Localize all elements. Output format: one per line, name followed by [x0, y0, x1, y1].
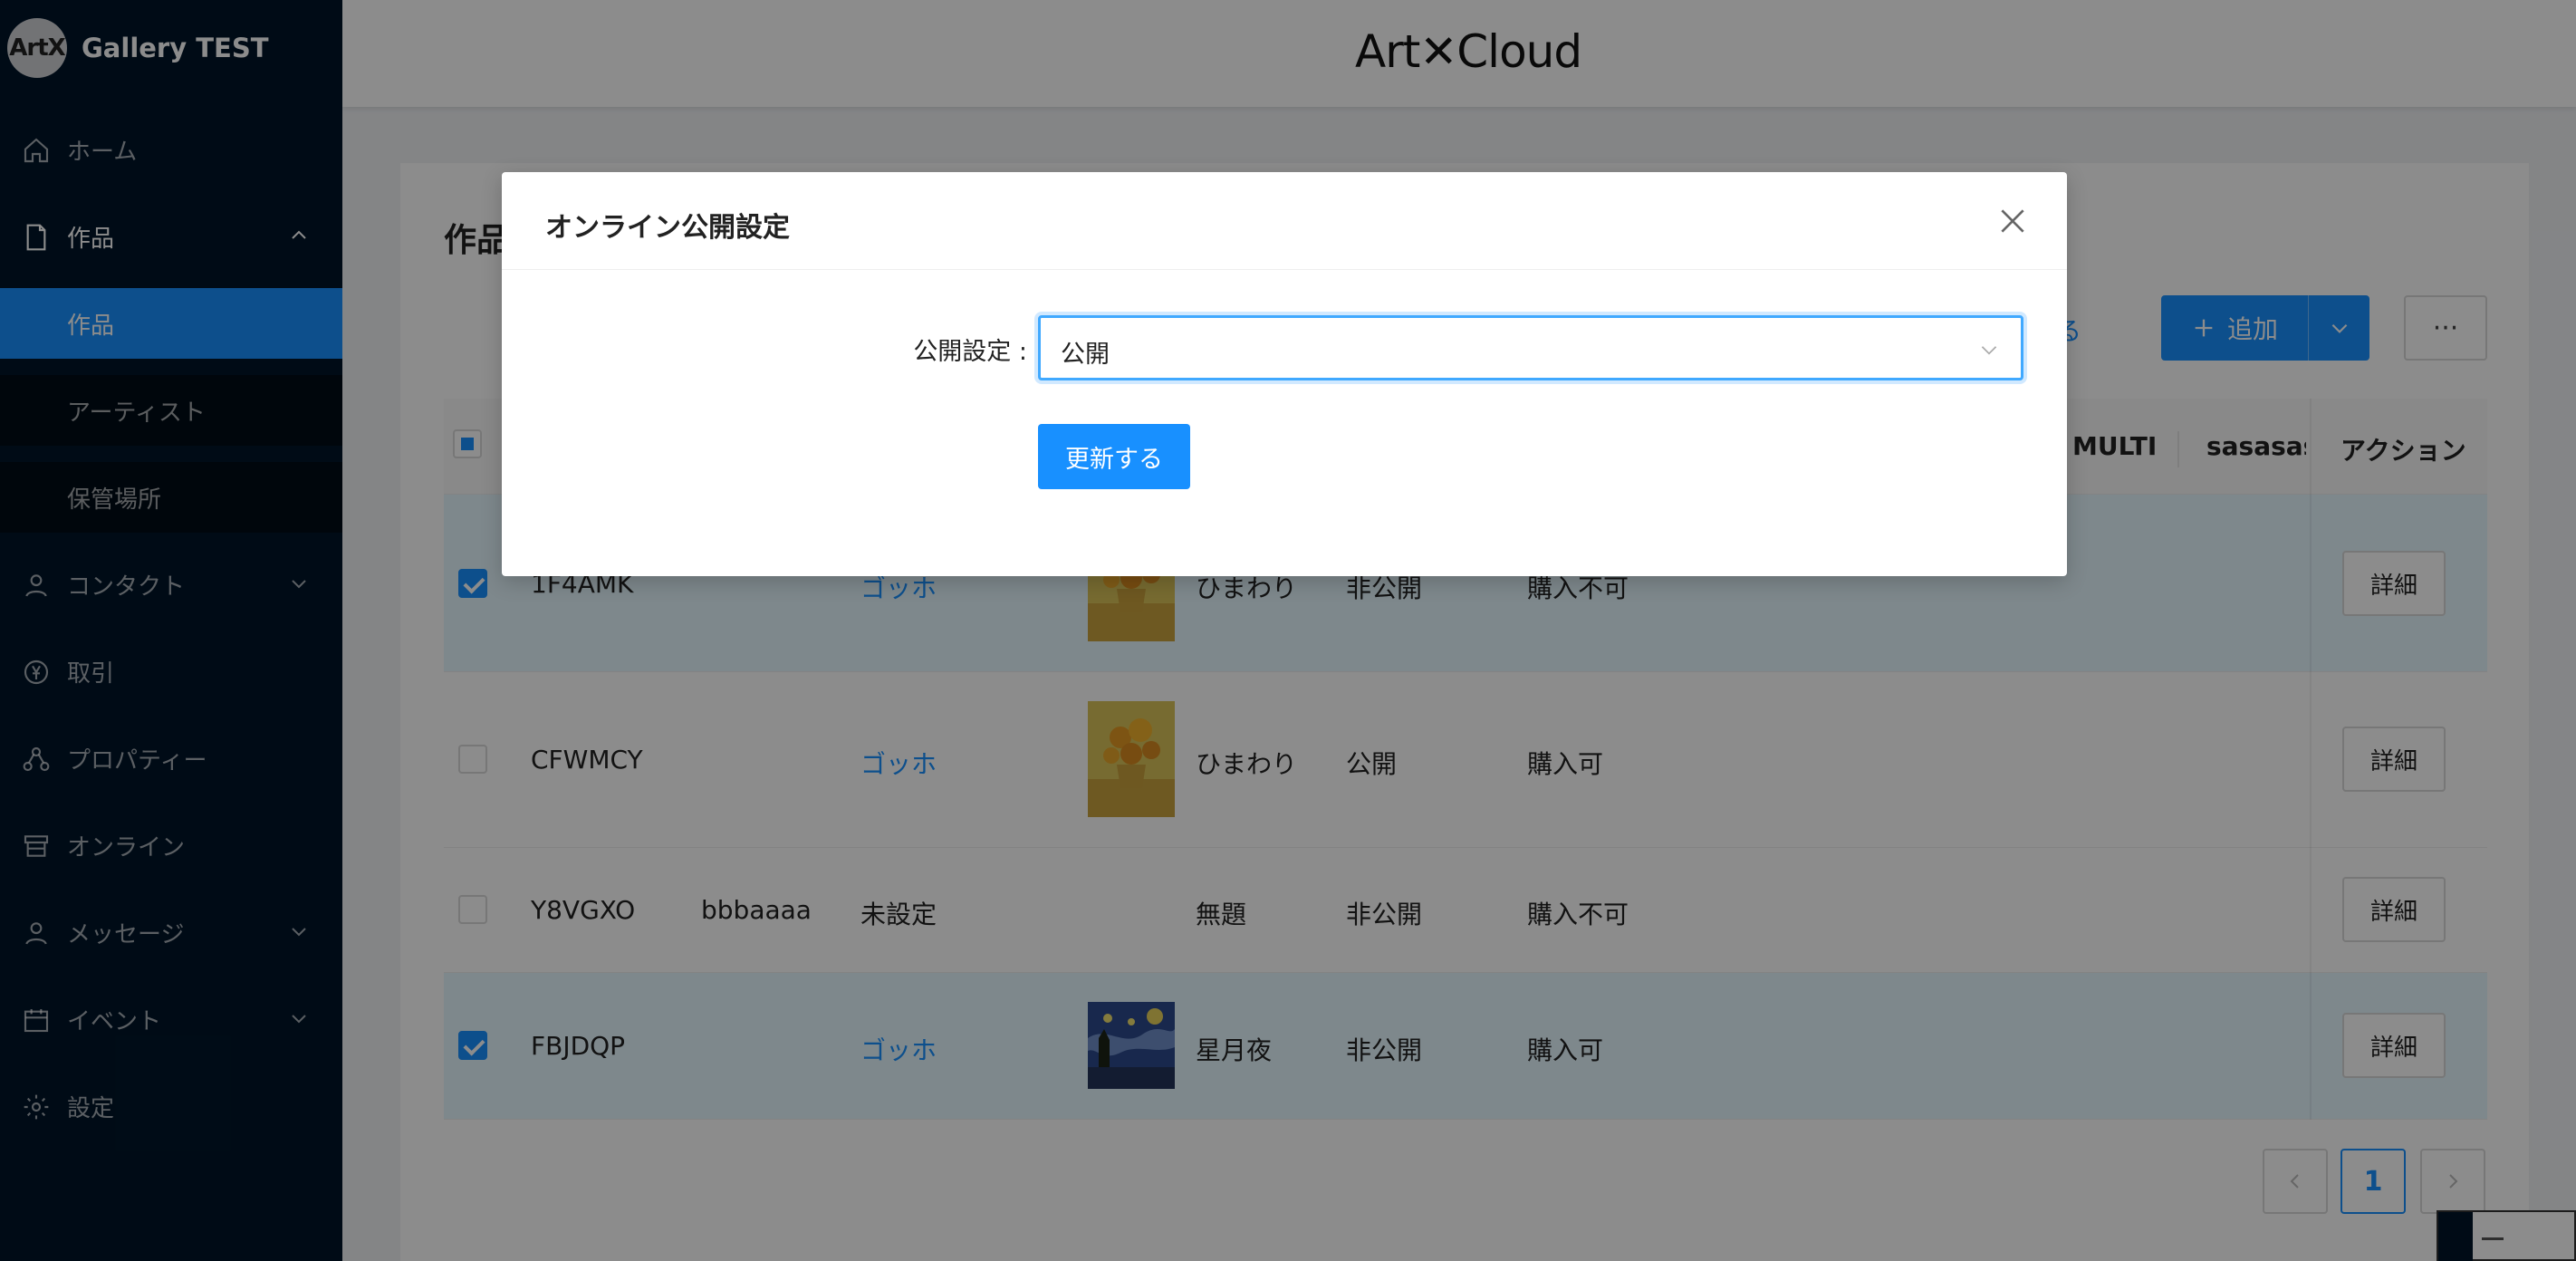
close-icon[interactable] [1994, 203, 2031, 239]
select-value: 公開 [1061, 341, 1110, 369]
modal-title: オンライン公開設定 [545, 212, 790, 244]
update-button[interactable]: 更新する [1038, 424, 1190, 489]
chevron-down-icon [1981, 346, 1997, 355]
publish-setting-select[interactable]: 公開 [1038, 315, 2023, 380]
modal-header: オンライン公開設定 [502, 172, 2067, 270]
publish-setting-label: 公開設定 : [913, 338, 1027, 366]
online-publish-modal: オンライン公開設定 公開設定 : 公開 更新する [502, 172, 2067, 576]
